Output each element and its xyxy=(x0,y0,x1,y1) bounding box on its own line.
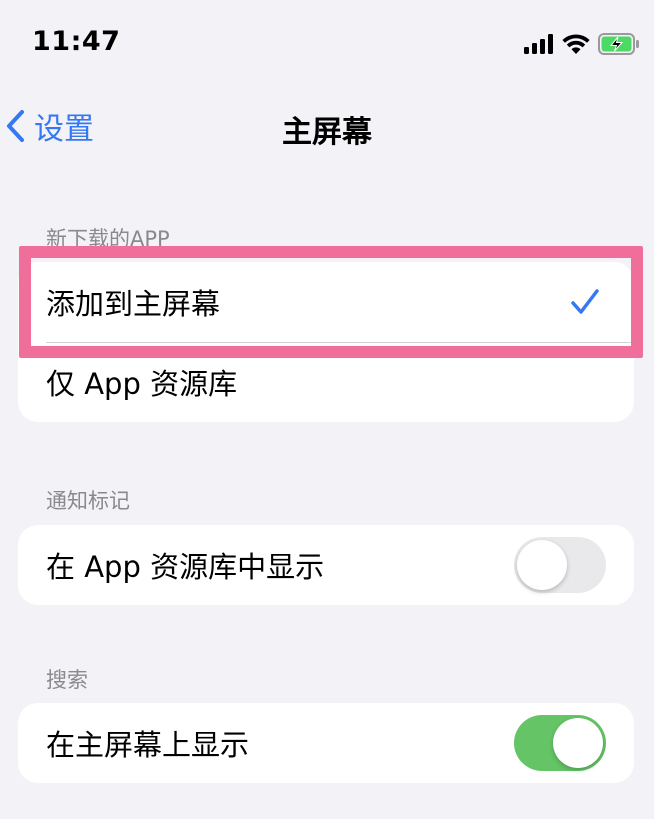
row-show-on-home-screen-label: 在主屏幕上显示 xyxy=(46,728,250,762)
section-header-search: 搜索 xyxy=(46,668,88,692)
show-in-app-library-toggle[interactable] xyxy=(514,537,606,593)
checkmark-icon xyxy=(571,289,599,314)
toggle-knob xyxy=(553,718,603,768)
option-app-library-only-label: 仅 App 资源库 xyxy=(46,367,238,401)
status-time: 11:47 xyxy=(32,26,121,57)
option-add-to-home-screen[interactable]: 添加到主屏幕 xyxy=(18,262,634,342)
cellular-signal-icon xyxy=(524,34,553,54)
toggle-knob xyxy=(517,540,567,590)
row-show-on-home-screen: 在主屏幕上显示 xyxy=(18,703,634,783)
section-header-new-apps: 新下载的APP xyxy=(46,227,170,251)
show-on-home-screen-toggle[interactable] xyxy=(514,715,606,771)
navigation-bar: 设置 主屏幕 xyxy=(0,88,654,164)
status-bar: 11:47 xyxy=(0,0,654,88)
page-title: 主屏幕 xyxy=(282,115,372,150)
section-header-badges: 通知标记 xyxy=(46,489,130,513)
row-show-in-app-library-label: 在 App 资源库中显示 xyxy=(46,550,325,584)
option-add-to-home-screen-label: 添加到主屏幕 xyxy=(46,287,221,321)
new-apps-group: 添加到主屏幕 仅 App 资源库 xyxy=(18,262,634,422)
status-icons xyxy=(524,30,640,58)
wifi-icon xyxy=(562,34,590,54)
row-show-in-app-library: 在 App 资源库中显示 xyxy=(18,525,634,605)
badges-group: 在 App 资源库中显示 xyxy=(18,525,634,605)
option-app-library-only[interactable]: 仅 App 资源库 xyxy=(18,342,634,422)
search-group: 在主屏幕上显示 xyxy=(18,703,634,783)
battery-charging-icon xyxy=(598,33,639,55)
